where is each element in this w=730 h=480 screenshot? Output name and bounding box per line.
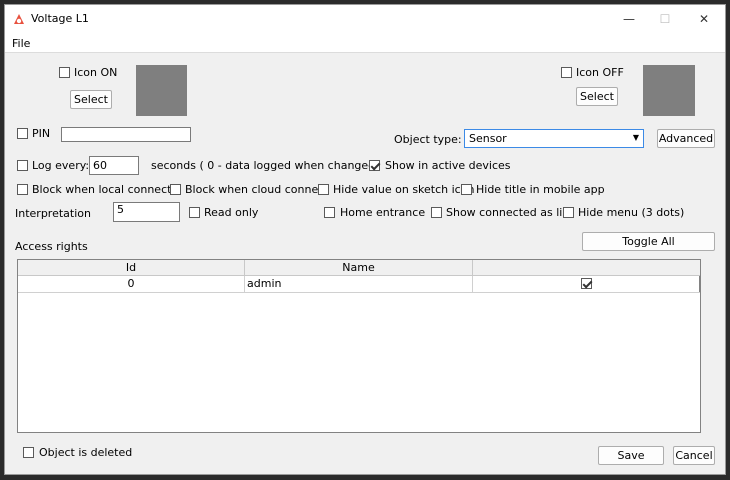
block-local-checkbox[interactable] bbox=[17, 184, 28, 195]
hide-title-checkbox[interactable] bbox=[461, 184, 472, 195]
object-deleted-label: Object is deleted bbox=[39, 446, 133, 459]
icon-on-checkbox[interactable] bbox=[59, 67, 70, 78]
object-deleted-checkbox[interactable] bbox=[23, 447, 34, 458]
title-bar: Voltage L1 — ☐ ✕ bbox=[5, 5, 725, 33]
main-window: Voltage L1 — ☐ ✕ File Icon ON Select Ico… bbox=[4, 4, 726, 475]
cancel-button[interactable]: Cancel bbox=[673, 446, 715, 465]
pin-checkbox[interactable] bbox=[17, 128, 28, 139]
pin-field[interactable] bbox=[61, 127, 191, 142]
show-active-devices-label: Show in active devices bbox=[385, 159, 511, 172]
home-entrance-checkbox[interactable] bbox=[324, 207, 335, 218]
icon-off-select-button[interactable]: Select bbox=[576, 87, 618, 106]
block-cloud-checkbox[interactable] bbox=[170, 184, 181, 195]
block-local-label: Block when local connect bbox=[32, 183, 172, 196]
column-header-id[interactable]: Id bbox=[18, 260, 245, 276]
menu-bar: File bbox=[5, 33, 725, 53]
menu-file[interactable]: File bbox=[12, 37, 30, 50]
hide-menu-label: Hide menu (3 dots) bbox=[578, 206, 685, 219]
block-cloud-label: Block when cloud connect bbox=[185, 183, 329, 196]
access-rights-label: Access rights bbox=[15, 240, 88, 253]
log-interval-field[interactable]: 60 bbox=[89, 156, 139, 175]
interpretation-field[interactable]: 5 bbox=[113, 202, 180, 222]
object-type-value: Sensor bbox=[469, 132, 507, 145]
maximize-button[interactable]: ☐ bbox=[646, 5, 684, 33]
app-logo-icon bbox=[14, 14, 24, 24]
icon-on-select-button[interactable]: Select bbox=[70, 90, 112, 109]
show-connected-list-checkbox[interactable] bbox=[431, 207, 442, 218]
icon-off-preview[interactable] bbox=[643, 65, 695, 116]
access-rights-table: Id Name 0 admin bbox=[17, 259, 701, 433]
hide-value-label: Hide value on sketch icon bbox=[333, 183, 475, 196]
table-row[interactable]: 0 admin bbox=[18, 276, 700, 293]
object-type-label: Object type: bbox=[394, 133, 462, 146]
hide-title-label: Hide title in mobile app bbox=[476, 183, 605, 196]
icon-off-label: Icon OFF bbox=[576, 66, 624, 79]
log-interval-hint: seconds ( 0 - data logged when changed) bbox=[151, 159, 380, 172]
row-id-cell: 0 bbox=[18, 276, 245, 292]
interpretation-label: Interpretation bbox=[15, 207, 91, 220]
row-access-cell bbox=[473, 276, 700, 292]
home-entrance-label: Home entrance bbox=[340, 206, 426, 219]
read-only-label: Read only bbox=[204, 206, 259, 219]
window-title: Voltage L1 bbox=[31, 12, 89, 25]
icon-on-preview[interactable] bbox=[136, 65, 187, 116]
row-access-checkbox[interactable] bbox=[581, 278, 592, 289]
advanced-button[interactable]: Advanced bbox=[657, 129, 715, 148]
log-every-label: Log every: bbox=[32, 159, 90, 172]
minimize-button[interactable]: — bbox=[610, 5, 648, 33]
pin-label: PIN bbox=[32, 127, 51, 140]
close-button[interactable]: ✕ bbox=[685, 5, 723, 33]
row-name-cell: admin bbox=[245, 276, 473, 292]
icon-off-checkbox[interactable] bbox=[561, 67, 572, 78]
read-only-checkbox[interactable] bbox=[189, 207, 200, 218]
column-header-access[interactable] bbox=[473, 260, 700, 276]
chevron-down-icon: ▼ bbox=[632, 133, 639, 142]
save-button[interactable]: Save bbox=[598, 446, 664, 465]
show-connected-list-label: Show connected as list bbox=[446, 206, 573, 219]
show-active-devices-checkbox[interactable] bbox=[369, 160, 380, 171]
icon-on-label: Icon ON bbox=[74, 66, 118, 79]
hide-menu-checkbox[interactable] bbox=[563, 207, 574, 218]
column-header-name[interactable]: Name bbox=[245, 260, 473, 276]
log-every-checkbox[interactable] bbox=[17, 160, 28, 171]
table-header: Id Name bbox=[18, 260, 700, 276]
object-type-select[interactable]: Sensor ▼ bbox=[464, 129, 644, 148]
toggle-all-button[interactable]: Toggle All bbox=[582, 232, 715, 251]
hide-value-checkbox[interactable] bbox=[318, 184, 329, 195]
